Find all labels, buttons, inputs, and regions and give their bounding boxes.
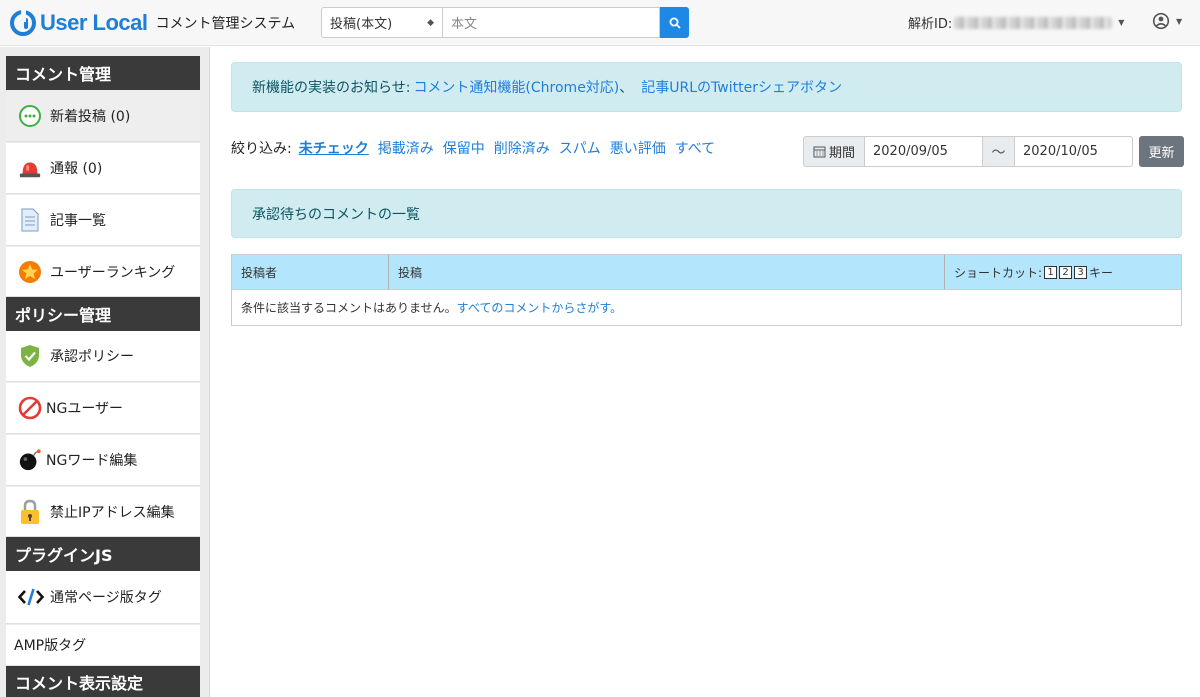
notice-link-comment-notification[interactable]: コメント通知機能(Chrome対応) <box>413 77 619 97</box>
sidebar-item-label: 記事一覧 <box>50 213 106 229</box>
calendar-icon <box>813 146 826 158</box>
list-title-banner: 承認待ちのコメントの一覧 <box>231 189 1182 238</box>
shortcut-label: ショートカット: <box>954 265 1043 280</box>
date-from-input[interactable]: 2020/09/05 <box>865 136 983 167</box>
sidebar-item-label: NGユーザー <box>46 401 124 417</box>
filter-unchecked[interactable]: 未チェック <box>299 138 369 158</box>
sidebar-item-ng-words[interactable]: NGワード編集 <box>6 435 200 486</box>
filter-deleted[interactable]: 削除済み <box>494 138 550 158</box>
sidebar-item-blocked-ip[interactable]: 禁止IPアドレス編集 <box>6 487 200 537</box>
brand-name: User Local <box>40 10 148 35</box>
userlocal-logo-icon <box>10 10 36 36</box>
sidebar-section-plugin-js: プラグインJS <box>6 537 200 571</box>
chevron-down-icon: ▼ <box>1118 18 1125 27</box>
chat-bubble-icon <box>18 104 42 128</box>
document-icon <box>18 208 42 232</box>
column-header-post: 投稿 <box>389 255 945 289</box>
shortcut-key-2: 2 <box>1059 265 1073 279</box>
search-icon <box>669 17 681 29</box>
shortcut-key-3: 3 <box>1074 265 1088 279</box>
code-icon <box>18 585 44 609</box>
filter-published[interactable]: 掲載済み <box>378 138 434 158</box>
analysis-id-label: 解析ID: <box>908 17 953 32</box>
sidebar-item-label: AMP版タグ <box>14 638 87 654</box>
analysis-id-value-redacted <box>954 16 1113 29</box>
sidebar-item-new-posts[interactable]: 新着投稿 (0) <box>6 90 200 142</box>
sidebar-item-standard-page-tag[interactable]: 通常ページ版タグ <box>6 571 200 624</box>
sidebar-item-label: 禁止IPアドレス編集 <box>50 504 175 521</box>
sidebar-item-label: 承認ポリシー <box>50 349 134 365</box>
select-updown-icon: ◆ <box>427 17 434 28</box>
sidebar-item-articles[interactable]: 記事一覧 <box>6 195 200 246</box>
filter-spam[interactable]: スパム <box>559 138 601 158</box>
search-input[interactable]: 本文 <box>443 7 660 38</box>
sidebar-section-policy-management: ポリシー管理 <box>6 297 200 331</box>
analysis-id-dropdown[interactable]: 解析ID: ▼ <box>908 13 1124 32</box>
status-filter: 絞り込み: 未チェック 掲載済み 保留中 削除済み スパム 悪い評価 すべて <box>231 138 715 158</box>
top-header: User Local コメント管理システム 投稿(本文) ◆ 本文 解析ID: … <box>0 0 1200 46</box>
empty-message: 条件に該当するコメントはありません。 <box>241 301 457 315</box>
user-menu[interactable]: ▼ <box>1152 12 1182 30</box>
notice-link-twitter-share[interactable]: 記事URLのTwitterシェアボタン <box>641 77 842 97</box>
notice-prefix: 新機能の実装のお知らせ: <box>252 80 411 96</box>
filter-bad-rating[interactable]: 悪い評価 <box>610 138 666 158</box>
empty-state-row: 条件に該当するコメントはありません。 すべてのコメントからさがす。 <box>232 290 1181 325</box>
filter-label: 絞り込み: <box>231 141 292 157</box>
sidebar-item-reports[interactable]: 通報 (0) <box>6 143 200 194</box>
filter-all[interactable]: すべて <box>675 138 715 158</box>
sidebar-item-amp-tag[interactable]: AMP版タグ <box>6 625 200 666</box>
lock-icon <box>18 499 42 524</box>
sidebar: コメント管理 新着投稿 (0) 通報 (0) 記事一覧 ユーザーランキング ポリ… <box>0 47 210 697</box>
sidebar-item-user-ranking[interactable]: ユーザーランキング <box>6 247 200 297</box>
date-range-separator: 〜 <box>983 136 1015 167</box>
sidebar-section-comment-management: コメント管理 <box>6 56 200 90</box>
prohibited-icon <box>18 396 42 420</box>
sidebar-item-label: 通報 (0) <box>50 161 103 177</box>
sidebar-item-ng-users[interactable]: NGユーザー <box>6 383 200 434</box>
update-button[interactable]: 更新 <box>1139 136 1184 167</box>
feature-notice-banner: 新機能の実装のお知らせ: コメント通知機能(Chrome対応) 、 記事URLの… <box>231 62 1182 112</box>
bomb-icon <box>18 448 42 472</box>
user-circle-icon <box>1152 12 1170 30</box>
search-button[interactable] <box>660 7 689 38</box>
comments-table: 投稿者 投稿 ショートカット: 1 2 3 キー 条件に該当するコメントはありま… <box>231 254 1182 326</box>
filter-on-hold[interactable]: 保留中 <box>443 138 485 158</box>
search-type-select[interactable]: 投稿(本文) ◆ <box>321 7 443 38</box>
search-all-comments-link[interactable]: すべてのコメントからさがす。 <box>457 299 622 316</box>
sidebar-item-label: 通常ページ版タグ <box>50 590 162 606</box>
sidebar-item-approval-policy[interactable]: 承認ポリシー <box>6 331 200 382</box>
column-header-author: 投稿者 <box>232 255 389 289</box>
search-type-value: 投稿(本文) <box>330 17 393 32</box>
chevron-down-icon: ▼ <box>1176 16 1183 26</box>
brand-logo[interactable]: User Local コメント管理システム <box>10 9 295 37</box>
table-header: 投稿者 投稿 ショートカット: 1 2 3 キー <box>232 255 1181 290</box>
date-to-input[interactable]: 2020/10/05 <box>1015 136 1133 167</box>
list-title: 承認待ちのコメントの一覧 <box>252 206 420 223</box>
period-label: 期間 <box>803 136 865 167</box>
shortcut-suffix: キー <box>1089 265 1114 280</box>
shortcut-key-1: 1 <box>1044 265 1058 279</box>
sidebar-item-label: ユーザーランキング <box>50 264 176 281</box>
search-bar: 投稿(本文) ◆ 本文 <box>321 7 689 38</box>
period-label-text: 期間 <box>828 146 855 161</box>
sidebar-item-label: 新着投稿 (0) <box>50 108 131 125</box>
alarm-light-icon <box>18 156 42 180</box>
notice-separator: 、 <box>619 80 634 96</box>
sidebar-item-label: NGワード編集 <box>46 453 138 469</box>
column-header-shortcut: ショートカット: 1 2 3 キー <box>945 255 1181 289</box>
date-range-picker: 期間 2020/09/05 〜 2020/10/05 <box>803 136 1133 167</box>
sidebar-section-comment-display-settings: コメント表示設定 <box>6 666 200 697</box>
app-subtitle: コメント管理システム <box>155 16 296 32</box>
shield-check-icon <box>18 344 42 368</box>
star-badge-icon <box>18 260 42 284</box>
